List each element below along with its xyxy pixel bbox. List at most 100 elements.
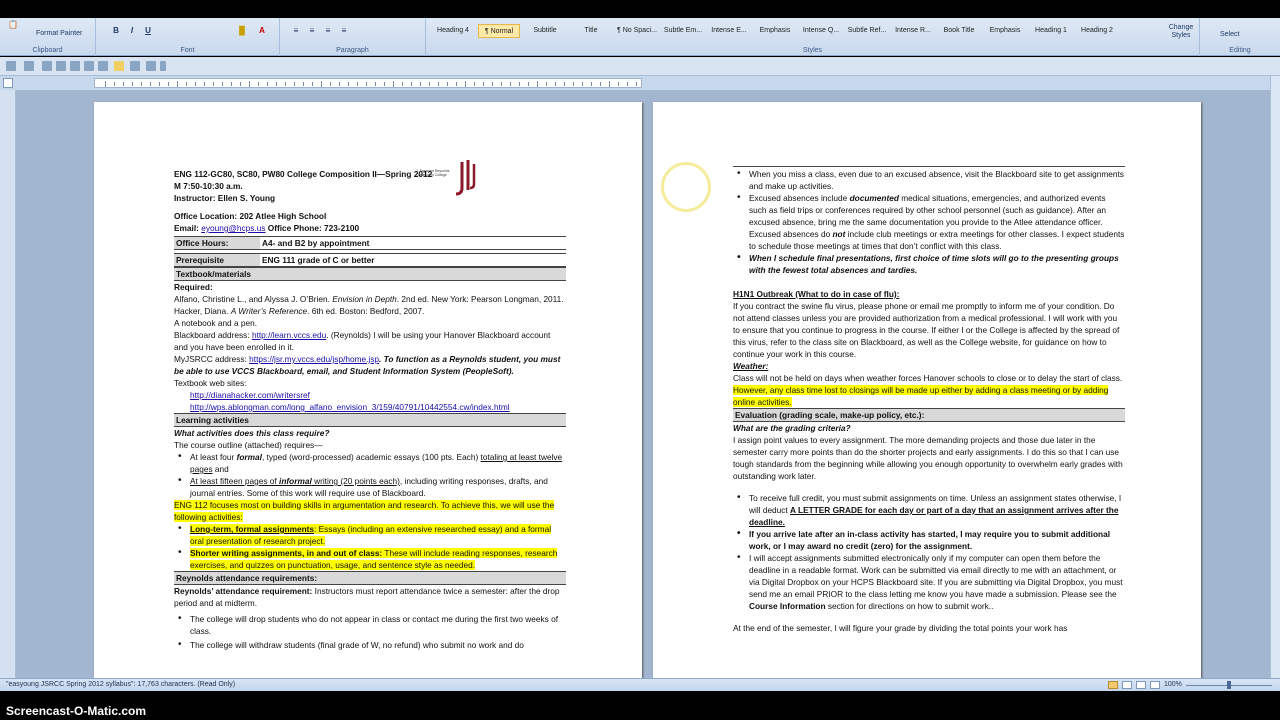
style-item[interactable]: Title [570,24,612,38]
ruler-tick [402,82,403,86]
style-item[interactable]: Intense E... [708,24,750,38]
print-layout-icon[interactable] [1108,681,1118,689]
style-item[interactable]: Intense Q... [800,24,842,38]
absence-item-2: Excused absences include documented medi… [733,192,1125,252]
full-screen-icon[interactable] [1122,681,1132,689]
long-term-item: Long-term, formal assignments: Essays (i… [174,523,566,547]
ruler-tick [600,82,601,86]
ruler-tick [186,82,187,86]
tab-selector-icon[interactable] [3,78,13,88]
evaluation-text: I assign point values to every assignmen… [733,435,1123,481]
ruler-tick [312,82,313,86]
learning-header: Learning activities [174,413,566,427]
format-painter-button[interactable]: Format Painter [36,30,82,37]
ruler-tick [555,82,556,86]
ruler-tick [348,82,349,86]
style-item[interactable]: Emphasis [984,24,1026,38]
select-button[interactable]: Select [1220,31,1239,38]
outline-text: The course outline (attached) requires— [174,440,323,450]
web-layout-icon[interactable] [1136,681,1146,689]
zoom-slider-thumb[interactable] [1227,681,1231,689]
style-item[interactable]: Heading 2 [1076,24,1118,38]
underline-button[interactable]: U [142,24,154,36]
myjsrcc-link[interactable]: https://jsr.my.vccs.edu/jsp/home.jsp [249,354,379,364]
recording-bar: Screencast-O-Matic.com [0,691,1280,720]
myjsrcc-line: MyJSRCC address: https://jsr.my.vccs.edu… [174,354,561,376]
customize-icon[interactable] [160,61,166,71]
editing-label: Editing [1229,47,1251,54]
open-icon[interactable] [42,61,52,71]
preview-icon[interactable] [70,61,80,71]
attendance-text: Reynolds’ attendance requirement: Instru… [174,586,560,608]
focus-text: ENG 112 focuses most on building skills … [174,500,555,522]
align-right-icon[interactable]: ≡ [322,24,334,36]
ruler-tick [321,81,322,87]
page-2[interactable]: When you miss a class, even due to an ex… [653,102,1201,678]
style-item[interactable]: Subtitle [524,24,566,38]
page-1[interactable]: J. Sargeant Reynolds Community College E… [94,102,642,678]
ruler-tick [447,82,448,86]
ruler-tick [150,82,151,86]
new-icon[interactable] [24,61,34,71]
ruler-tick [501,82,502,86]
style-item[interactable]: ¶ No Spaci... [616,24,658,38]
paste-icon[interactable]: 📋 [8,20,18,29]
ruler-tick [636,82,637,86]
ribbon: 📋 Format Painter Clipboard B I U █ A Fon… [0,18,1280,56]
vertical-scrollbar[interactable] [1270,76,1280,678]
align-center-icon[interactable]: ≡ [306,24,318,36]
activity-2: At least fifteen pages of informal writi… [174,475,566,499]
paragraph-label: Paragraph [336,47,369,54]
email-link[interactable]: eyoung@hcps.us [201,223,265,233]
style-item[interactable]: ¶ Normal [478,24,520,38]
font-color-icon[interactable]: A [256,24,268,36]
styles-group: Heading 4 ¶ Normal Subtitle Title ¶ No Spaci… [426,18,1200,56]
h1n1-header: H1N1 Outbreak (What to do in case of flu… [733,289,900,299]
ruler-tick [366,82,367,86]
zoom-level[interactable]: 100% [1164,681,1182,688]
change-styles-button[interactable]: Change Styles [1166,24,1196,40]
style-item[interactable]: Subtle Ref... [846,24,888,38]
learning-question: What activities does this class require? [174,428,330,438]
ruler-tick [564,82,565,86]
ruler-tick [456,82,457,86]
blackboard-link[interactable]: http://learn.vccs.edu [252,330,326,340]
watermark: Screencast-O-Matic.com [6,704,147,718]
justify-icon[interactable]: ≡ [338,24,350,36]
format-icon[interactable] [146,61,156,71]
style-item[interactable]: Heading 1 [1030,24,1072,38]
ruler-tick [528,82,529,86]
style-item[interactable]: Intense R... [892,24,934,38]
style-item[interactable]: Emphasis [754,24,796,38]
ruler-tick [384,82,385,86]
ruler-tick [420,82,421,86]
document-workspace: J. Sargeant Reynolds Community College E… [16,90,1270,678]
paragraph-group: ≡ ≡ ≡ ≡ Paragraph [280,18,426,56]
ruler-tick [132,82,133,86]
spelling-icon[interactable] [98,61,108,71]
style-item[interactable]: Heading 4 [432,24,474,38]
save-icon[interactable] [6,61,16,71]
ruler-tick [195,82,196,86]
bold-button[interactable]: B [110,24,122,36]
drop-item-2: The college will withdraw students (fina… [174,639,566,651]
attendance-header: Reynolds attendance requirements: [174,571,566,585]
folder-icon[interactable] [84,61,94,71]
outline-view-icon[interactable] [1150,681,1160,689]
layout-icon[interactable] [114,61,124,71]
course-title: ENG 112-GC80, SC80, PW80 College Composi… [174,169,433,179]
style-item[interactable]: Book Title [938,24,980,38]
print-icon[interactable] [56,61,66,71]
font-size-icon[interactable] [130,61,140,71]
highlight-icon[interactable]: █ [236,24,248,36]
horizontal-ruler[interactable] [94,78,642,88]
ruler-tick [213,82,214,86]
italic-button[interactable]: I [126,24,138,36]
status-bar: "easyoung JSRCC Spring 2012 syllabus": 1… [0,678,1280,691]
book-1: Alfano, Christine L., and Alyssa J. O’Br… [174,294,564,304]
align-left-icon[interactable]: ≡ [290,24,302,36]
quick-access-toolbar [0,57,1280,76]
style-item[interactable]: Subtle Em... [662,24,704,38]
ruler-tick [375,82,376,86]
absence-item-3: When I schedule final presentations, fir… [733,252,1125,276]
